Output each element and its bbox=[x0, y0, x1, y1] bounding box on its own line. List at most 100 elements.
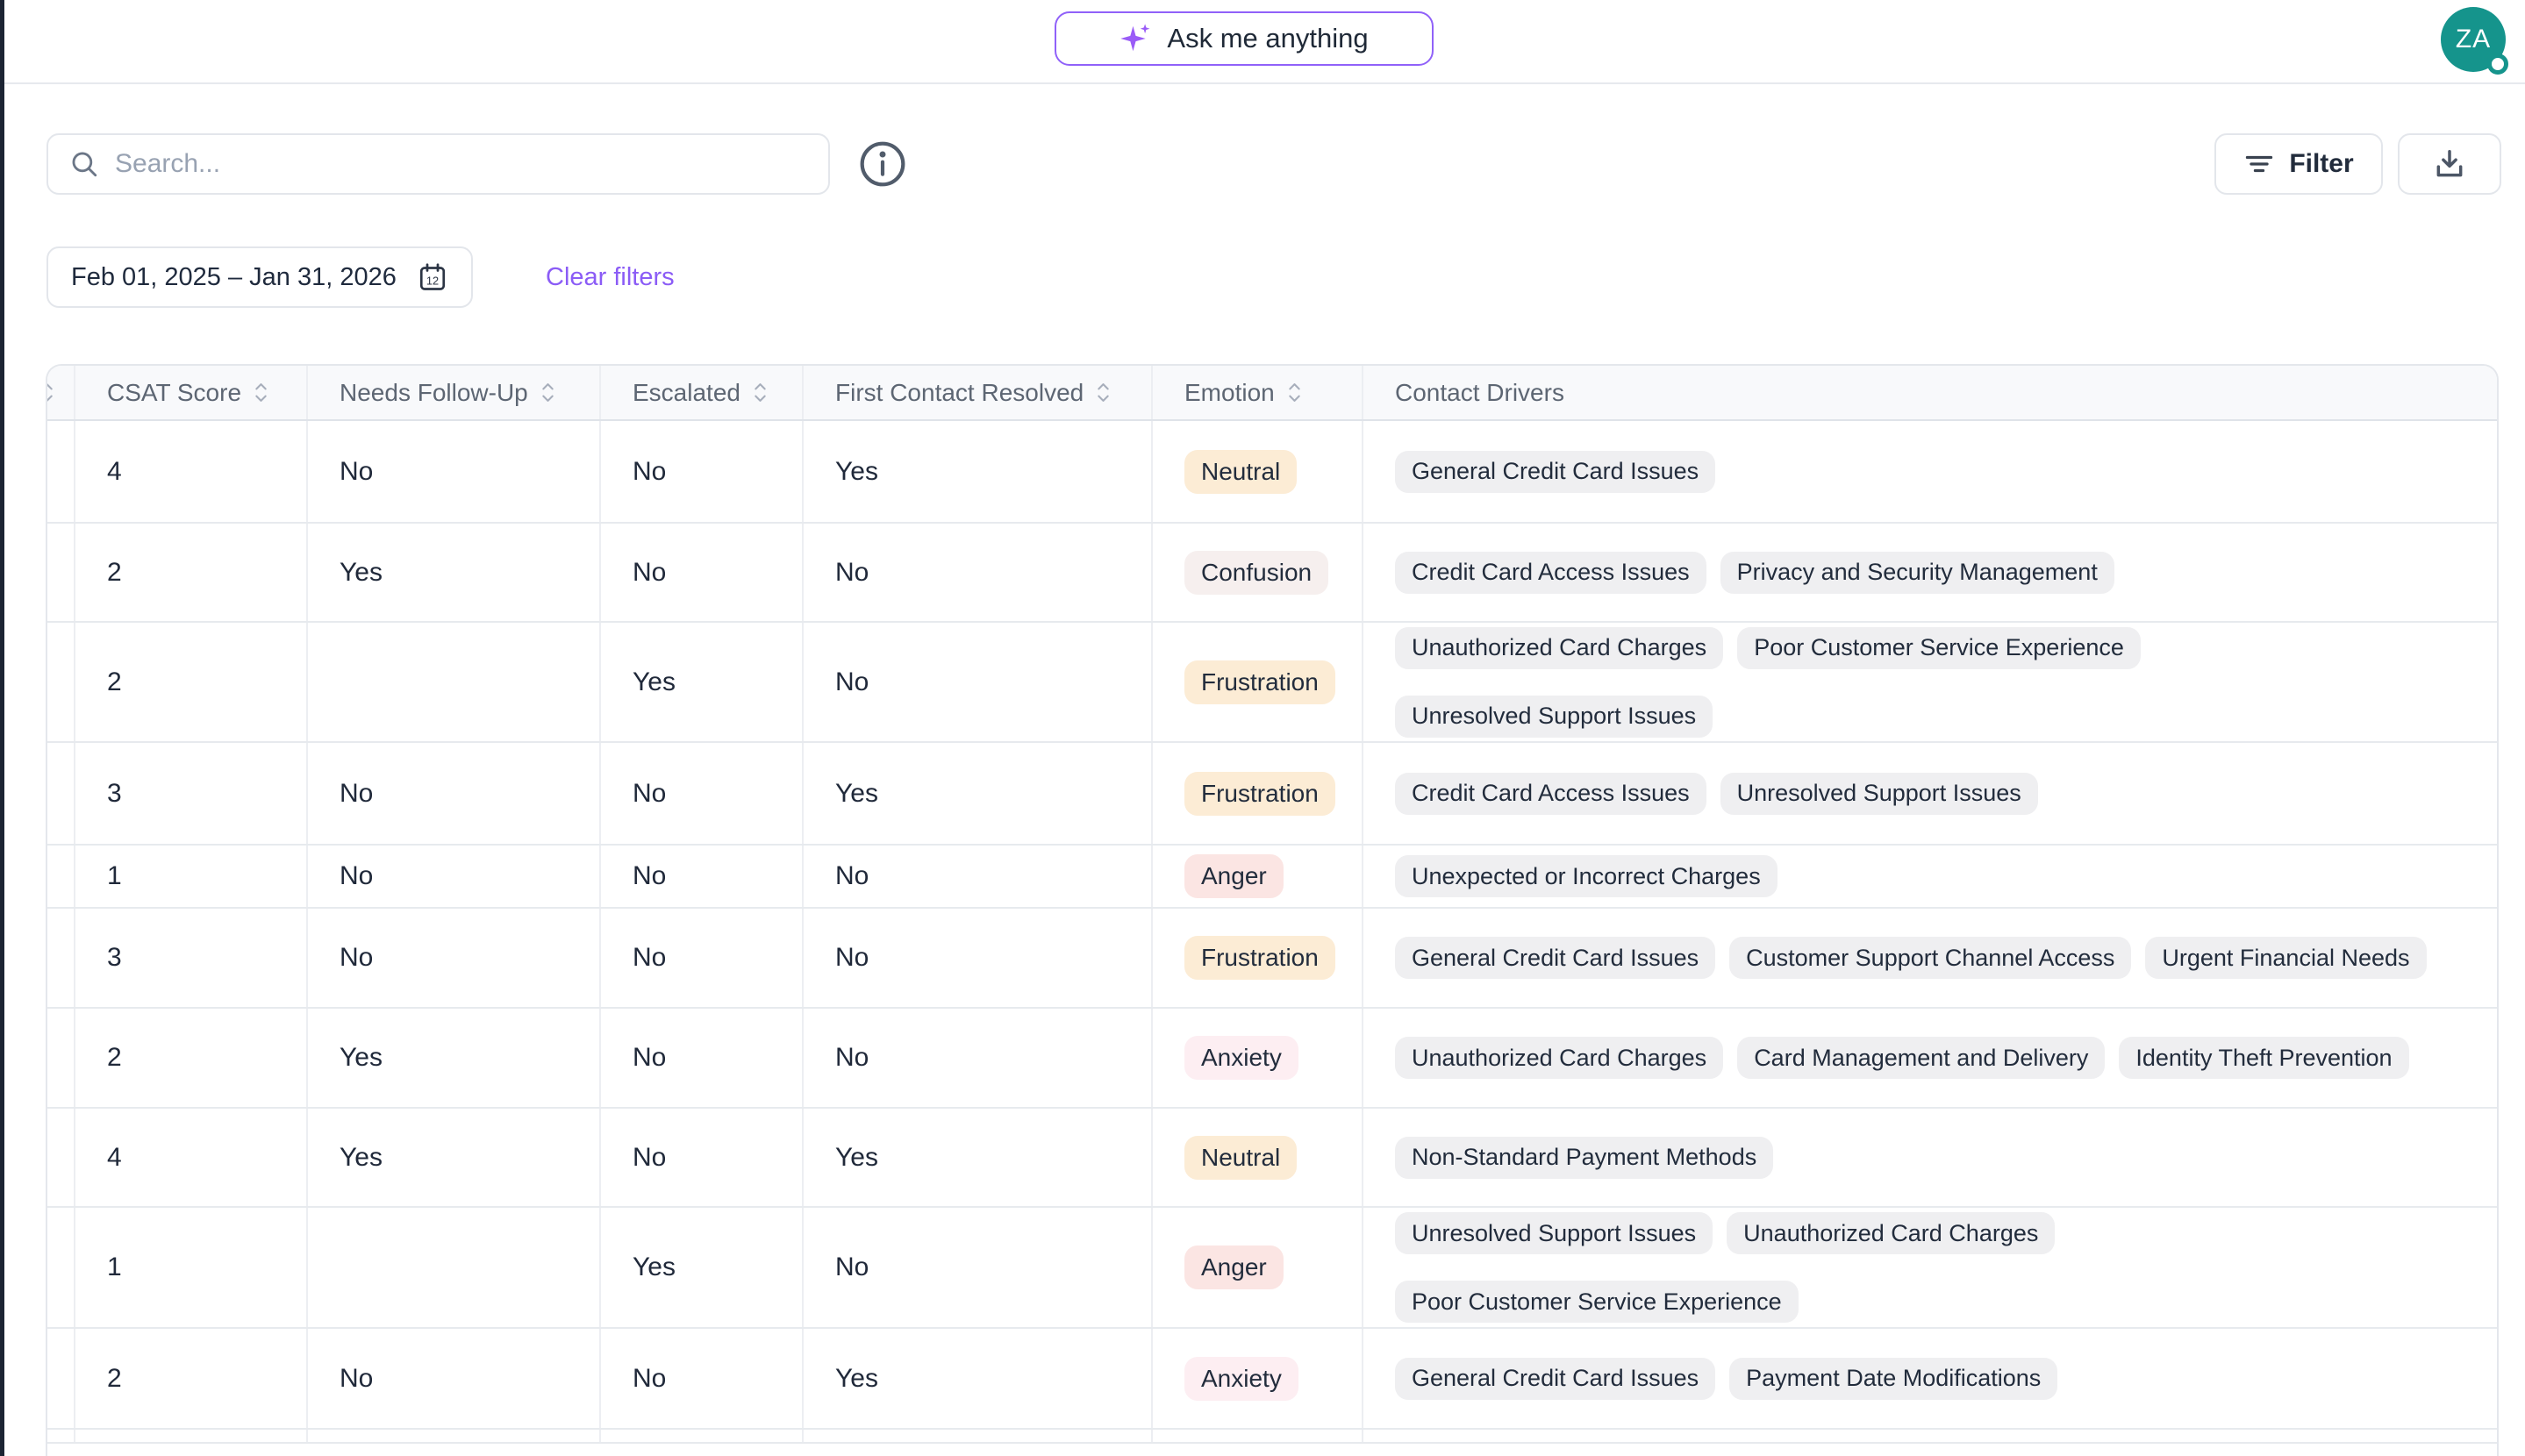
table-row[interactable]: 2YesNoNoConfusionCredit Card Access Issu… bbox=[47, 524, 2497, 623]
contact-driver-chip: Unauthorized Card Charges bbox=[1395, 627, 1723, 669]
contact-driver-chip: General Credit Card Issues bbox=[1395, 937, 1715, 979]
cell-first-contact-resolved: No bbox=[804, 1208, 1153, 1327]
emotion-badge: Frustration bbox=[1184, 772, 1335, 816]
filter-label: Filter bbox=[2289, 149, 2353, 179]
contact-driver-chip: Privacy and Security Management bbox=[1720, 552, 2114, 594]
sort-icon bbox=[1287, 381, 1302, 404]
search-icon bbox=[69, 149, 99, 179]
cell-emotion: Frustration bbox=[1153, 623, 1363, 741]
column-header-csat-score[interactable]: CSAT Score bbox=[75, 366, 308, 419]
search-input[interactable] bbox=[115, 149, 807, 179]
contact-driver-chip: Card Management and Delivery bbox=[1737, 1037, 2105, 1079]
emotion-badge: Anxiety bbox=[1184, 1357, 1298, 1401]
column-header-clipped[interactable] bbox=[47, 366, 75, 419]
contact-driver-chip: General Credit Card Issues bbox=[1395, 451, 1715, 493]
cell-contact-drivers: General Credit Card Issues bbox=[1363, 421, 2499, 522]
emotion-badge: Confusion bbox=[1184, 551, 1328, 595]
column-header-label: CSAT Score bbox=[107, 379, 241, 407]
cell-first-contact-resolved: No bbox=[804, 909, 1153, 1007]
date-range-value: Feb 01, 2025 – Jan 31, 2026 bbox=[71, 263, 397, 292]
cell-clipped bbox=[47, 846, 75, 907]
column-header-label: Escalated bbox=[633, 379, 740, 407]
ask-me-anything-button[interactable]: Ask me anything bbox=[1055, 11, 1434, 66]
cell-csat: 1 bbox=[75, 1208, 308, 1327]
column-header-label: Needs Follow-Up bbox=[340, 379, 528, 407]
column-header-needs-follow-up[interactable]: Needs Follow-Up bbox=[308, 366, 601, 419]
emotion-badge: Anger bbox=[1184, 854, 1284, 898]
cell-emotion: Frustration bbox=[1153, 743, 1363, 844]
table-row[interactable]: 1NoNoNoAngerUnexpected or Incorrect Char… bbox=[47, 846, 2497, 909]
cell-escalated: Yes bbox=[601, 1208, 804, 1327]
contact-driver-chip: Unauthorized Card Charges bbox=[1395, 1037, 1723, 1079]
column-header-label: Contact Drivers bbox=[1395, 379, 1564, 407]
cell-first-contact-resolved: Yes bbox=[804, 743, 1153, 844]
emotion-badge: Anger bbox=[1184, 1245, 1284, 1289]
sort-icon bbox=[47, 381, 54, 404]
cell-first-contact-resolved: No bbox=[804, 1009, 1153, 1107]
info-button[interactable] bbox=[858, 139, 907, 189]
column-header-label: Emotion bbox=[1184, 379, 1275, 407]
emotion-badge: Neutral bbox=[1184, 450, 1297, 494]
contact-driver-chip: Customer Support Channel Access bbox=[1729, 937, 2131, 979]
cell-clipped bbox=[47, 743, 75, 844]
download-button[interactable] bbox=[2398, 133, 2501, 195]
cell-needs-follow-up: No bbox=[308, 421, 601, 522]
contact-driver-chip: Unresolved Support Issues bbox=[1395, 696, 1713, 738]
cell-contact-drivers: Credit Card Access IssuesUnresolved Supp… bbox=[1363, 743, 2499, 844]
svg-text:12: 12 bbox=[426, 274, 439, 287]
cell-contact-drivers: Unexpected or Incorrect Charges bbox=[1363, 846, 2499, 907]
cell-csat: 4 bbox=[75, 1109, 308, 1206]
sort-icon bbox=[753, 381, 768, 404]
cell-csat: 3 bbox=[75, 743, 308, 844]
cell-emotion: Anxiety bbox=[1153, 1329, 1363, 1428]
cell-emotion: Frustration bbox=[1153, 909, 1363, 1007]
calendar-icon: 12 bbox=[417, 261, 448, 293]
cell-escalated: No bbox=[601, 743, 804, 844]
cell-emotion: Confusion bbox=[1153, 524, 1363, 621]
table-row[interactable]: 3NoNoNoFrustrationGeneral Credit Card Is… bbox=[47, 909, 2497, 1009]
table-row[interactable]: 2NoNoYesAnxietyGeneral Credit Card Issue… bbox=[47, 1329, 2497, 1430]
cell-empty bbox=[1363, 1430, 2499, 1442]
emotion-badge: Frustration bbox=[1184, 936, 1335, 980]
cell-first-contact-resolved: No bbox=[804, 623, 1153, 741]
table-header-row: CSAT Score Needs Follow-Up Escalated First … bbox=[47, 366, 2497, 421]
cell-first-contact-resolved: Yes bbox=[804, 1329, 1153, 1428]
cell-escalated: No bbox=[601, 524, 804, 621]
contact-driver-chip: Identity Theft Prevention bbox=[2119, 1037, 2408, 1079]
filter-lines-icon bbox=[2243, 148, 2275, 180]
column-header-label: First Contact Resolved bbox=[835, 379, 1084, 407]
cell-needs-follow-up: No bbox=[308, 1329, 601, 1428]
date-range-button[interactable]: Feb 01, 2025 – Jan 31, 2026 12 bbox=[46, 246, 473, 308]
column-header-escalated[interactable]: Escalated bbox=[601, 366, 804, 419]
cell-needs-follow-up bbox=[308, 1208, 601, 1327]
contact-driver-chip: Credit Card Access Issues bbox=[1395, 773, 1706, 815]
table-row[interactable]: 2YesNoNoAnxietyUnauthorized Card Charges… bbox=[47, 1009, 2497, 1109]
sparkle-icon bbox=[1119, 22, 1153, 55]
avatar-status-dot bbox=[2487, 54, 2508, 75]
cell-clipped bbox=[47, 1329, 75, 1428]
clear-filters-link[interactable]: Clear filters bbox=[546, 263, 675, 292]
cell-clipped bbox=[47, 909, 75, 1007]
contact-driver-chip: Payment Date Modifications bbox=[1729, 1358, 2057, 1400]
contact-driver-chip: Credit Card Access Issues bbox=[1395, 552, 1706, 594]
table-row[interactable]: 3NoNoYesFrustrationCredit Card Access Is… bbox=[47, 743, 2497, 846]
table-row[interactable]: 4NoNoYesNeutralGeneral Credit Card Issue… bbox=[47, 421, 2497, 524]
cell-escalated: No bbox=[601, 1109, 804, 1206]
cell-csat: 4 bbox=[75, 421, 308, 522]
cell-emotion: Neutral bbox=[1153, 421, 1363, 522]
cell-empty bbox=[1153, 1430, 1363, 1442]
download-icon bbox=[2433, 147, 2466, 181]
table-row[interactable]: 2YesNoFrustrationUnauthorized Card Charg… bbox=[47, 623, 2497, 743]
table-row[interactable]: 1YesNoAngerUnresolved Support IssuesUnau… bbox=[47, 1208, 2497, 1329]
sort-icon bbox=[254, 381, 268, 404]
column-header-emotion[interactable]: Emotion bbox=[1153, 366, 1363, 419]
avatar[interactable]: ZA bbox=[2441, 7, 2506, 72]
data-table: CSAT Score Needs Follow-Up Escalated First … bbox=[46, 364, 2499, 1456]
cell-emotion: Anger bbox=[1153, 846, 1363, 907]
cell-emotion: Anxiety bbox=[1153, 1009, 1363, 1107]
table-row[interactable]: 4YesNoYesNeutralNon-Standard Payment Met… bbox=[47, 1109, 2497, 1208]
filter-button[interactable]: Filter bbox=[2214, 133, 2383, 195]
column-header-first-contact-resolved[interactable]: First Contact Resolved bbox=[804, 366, 1153, 419]
cell-contact-drivers: General Credit Card Issues Payment Date M… bbox=[1363, 1329, 2499, 1428]
contact-driver-chip: General Credit Card Issues bbox=[1395, 1358, 1715, 1400]
